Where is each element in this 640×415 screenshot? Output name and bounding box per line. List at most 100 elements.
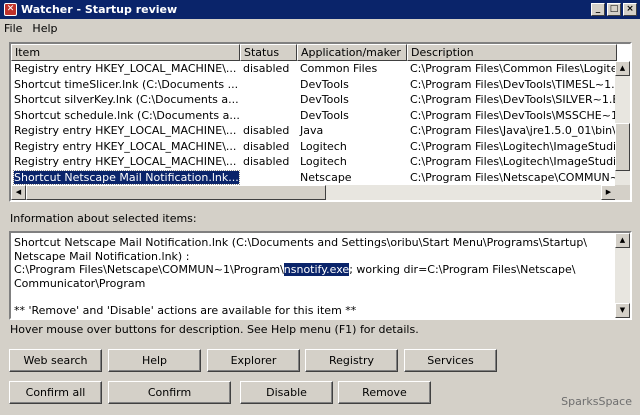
column-header-application[interactable]: Application/maker	[297, 44, 407, 61]
row-status-cell-text: disabled	[243, 62, 290, 76]
info-text-selection: nsnotify.exe	[283, 263, 350, 276]
info-vertical-scrollbar[interactable]: ▲ ▼	[615, 233, 630, 318]
window-controls: _ □ ×	[591, 3, 637, 16]
help-button[interactable]: Help	[108, 349, 201, 372]
startup-items-list[interactable]: Item Status Application/maker Descriptio…	[9, 42, 632, 202]
row-app-cell: DevTools	[297, 77, 407, 92]
info-textbox[interactable]: Shortcut Netscape Mail Notification.lnk …	[9, 231, 632, 320]
row-app-cell: Netscape	[297, 170, 407, 185]
row-item-cell-text: Shortcut silverKey.lnk (C:\Documents a..…	[14, 93, 239, 107]
row-item-cell: Shortcut Netscape Mail Notification.lnk.…	[11, 169, 240, 185]
column-header-description[interactable]: Description	[407, 44, 617, 61]
confirm-all-button[interactable]: Confirm all	[9, 381, 102, 404]
row-description-cell: C:\Program Files\Netscape\COMMUN~	[407, 170, 616, 185]
row-status-cell: disabled	[240, 123, 297, 138]
scrollbar-corner	[615, 185, 630, 200]
row-app-cell-text: DevTools	[300, 93, 349, 107]
row-item-cell-text: Registry entry HKEY_LOCAL_MACHINE\...	[14, 62, 237, 76]
web-search-button[interactable]: Web search	[9, 349, 102, 372]
row-app-cell-text: Netscape	[300, 170, 352, 184]
row-item-cell-text: Registry entry HKEY_LOCAL_MACHINE\...	[14, 139, 237, 153]
row-app-cell-text: Logitech	[300, 139, 347, 153]
row-description-cell-text: C:\Program Files\Netscape\COMMUN~	[410, 170, 616, 184]
info-scroll-down-arrow-icon[interactable]: ▼	[615, 303, 630, 318]
registry-button[interactable]: Registry	[305, 349, 398, 372]
row-status-cell-text: disabled	[243, 139, 290, 153]
row-description-cell: C:\Program Files\Common Files\Logite	[407, 61, 616, 76]
menu-help[interactable]: Help	[32, 22, 57, 35]
window-title: Watcher - Startup review	[21, 3, 178, 16]
minimize-button[interactable]: _	[591, 3, 605, 16]
row-item-cell: Registry entry HKEY_LOCAL_MACHINE\...	[11, 61, 240, 76]
row-app-cell: DevTools	[297, 92, 407, 107]
title-bar: ✕ Watcher - Startup review _ □ ×	[0, 0, 640, 19]
row-app-cell-text: DevTools	[300, 108, 349, 122]
row-app-cell-text: Common Files	[300, 62, 378, 76]
table-row[interactable]: Registry entry HKEY_LOCAL_MACHINE\... dis…	[11, 61, 616, 77]
services-button[interactable]: Services	[404, 349, 497, 372]
row-description-cell-text: C:\Program Files\Common Files\Logite	[410, 62, 616, 76]
row-app-cell: Java	[297, 123, 407, 138]
info-text: Shortcut Netscape Mail Notification.lnk …	[14, 236, 610, 317]
table-row[interactable]: Shortcut silverKey.lnk (C:\Documents a..…	[11, 92, 616, 108]
row-app-cell: DevTools	[297, 108, 407, 123]
row-status-cell-text: disabled	[243, 124, 290, 138]
horizontal-scroll-thumb[interactable]	[26, 185, 326, 200]
table-row[interactable]: Shortcut schedule.lnk (C:\Documents a...…	[11, 108, 616, 124]
list-rows: Registry entry HKEY_LOCAL_MACHINE\...dis…	[11, 61, 616, 187]
watermark-text: SparksSpace	[561, 395, 632, 408]
scroll-right-arrow-icon[interactable]: ▶	[601, 185, 616, 200]
row-status-cell: disabled	[240, 139, 297, 154]
row-description-cell-text: C:\Program Files\DevTools\MSSCHE~1	[410, 108, 616, 122]
scroll-up-arrow-icon[interactable]: ▲	[615, 61, 630, 76]
row-description-cell-text: C:\Program Files\Logitech\ImageStudio	[410, 139, 616, 153]
remove-button[interactable]: Remove	[338, 381, 431, 404]
column-header-item[interactable]: Item	[11, 44, 240, 61]
row-app-cell-text: DevTools	[300, 77, 349, 91]
row-description-cell: C:\Program Files\Java\jre1.5.0_01\bin\	[407, 123, 616, 138]
row-item-cell-text: Registry entry HKEY_LOCAL_MACHINE\...	[14, 124, 237, 138]
row-item-cell-text: Shortcut Netscape Mail Notification.lnk.…	[13, 169, 240, 185]
row-description-cell: C:\Program Files\DevTools\SILVER~1.E	[407, 92, 616, 107]
row-item-cell: Registry entry HKEY_LOCAL_MACHINE\...	[11, 139, 240, 154]
row-item-cell: Shortcut schedule.lnk (C:\Documents a...	[11, 108, 240, 123]
row-status-cell-text: disabled	[243, 155, 290, 169]
row-item-cell: Shortcut silverKey.lnk (C:\Documents a..…	[11, 92, 240, 107]
row-item-cell: Shortcut timeSlicer.lnk (C:\Documents ..…	[11, 77, 240, 92]
table-row[interactable]: Registry entry HKEY_LOCAL_MACHINE\... dis…	[11, 123, 616, 139]
column-header-status[interactable]: Status	[240, 44, 297, 61]
row-description-cell: C:\Program Files\DevTools\MSSCHE~1	[407, 108, 616, 123]
menu-bar: File Help	[0, 19, 640, 37]
row-app-cell-text: Java	[300, 124, 324, 138]
row-app-cell: Common Files	[297, 61, 407, 76]
row-description-cell-text: C:\Program Files\DevTools\TIMESL~1.E	[410, 77, 616, 91]
disable-button[interactable]: Disable	[240, 381, 333, 404]
row-item-cell-text: Registry entry HKEY_LOCAL_MACHINE\...	[14, 155, 237, 169]
maximize-button[interactable]: □	[607, 3, 621, 16]
hint-text: Hover mouse over buttons for description…	[10, 323, 419, 336]
table-row[interactable]: Registry entry HKEY_LOCAL_MACHINE\... dis…	[11, 139, 616, 155]
vertical-scroll-thumb[interactable]	[615, 123, 630, 171]
close-button[interactable]: ×	[623, 3, 637, 16]
row-item-cell: Registry entry HKEY_LOCAL_MACHINE\...	[11, 123, 240, 138]
row-app-cell-text: Logitech	[300, 155, 347, 169]
row-status-cell: disabled	[240, 154, 297, 169]
table-row[interactable]: Registry entry HKEY_LOCAL_MACHINE\... dis…	[11, 154, 616, 170]
row-description-cell: C:\Program Files\Logitech\ImageStudio	[407, 139, 616, 154]
horizontal-scrollbar[interactable]: ◀ ▶	[11, 185, 616, 200]
confirm-button[interactable]: Confirm	[108, 381, 231, 404]
info-label: Information about selected items:	[10, 212, 197, 225]
row-status-cell: disabled	[240, 61, 297, 76]
explorer-button[interactable]: Explorer	[207, 349, 300, 372]
scroll-left-arrow-icon[interactable]: ◀	[11, 185, 26, 200]
table-row[interactable]: Shortcut Netscape Mail Notification.lnk.…	[11, 169, 616, 186]
row-app-cell: Logitech	[297, 139, 407, 154]
info-scroll-up-arrow-icon[interactable]: ▲	[615, 233, 630, 248]
row-description-cell-text: C:\Program Files\Logitech\ImageStudio	[410, 155, 616, 169]
row-description-cell: C:\Program Files\DevTools\TIMESL~1.E	[407, 77, 616, 92]
vertical-scrollbar[interactable]: ▲ ▼	[615, 61, 630, 200]
row-app-cell: Logitech	[297, 154, 407, 169]
row-description-cell-text: C:\Program Files\Java\jre1.5.0_01\bin\	[410, 124, 616, 138]
table-row[interactable]: Shortcut timeSlicer.lnk (C:\Documents ..…	[11, 77, 616, 93]
menu-file[interactable]: File	[4, 22, 22, 35]
